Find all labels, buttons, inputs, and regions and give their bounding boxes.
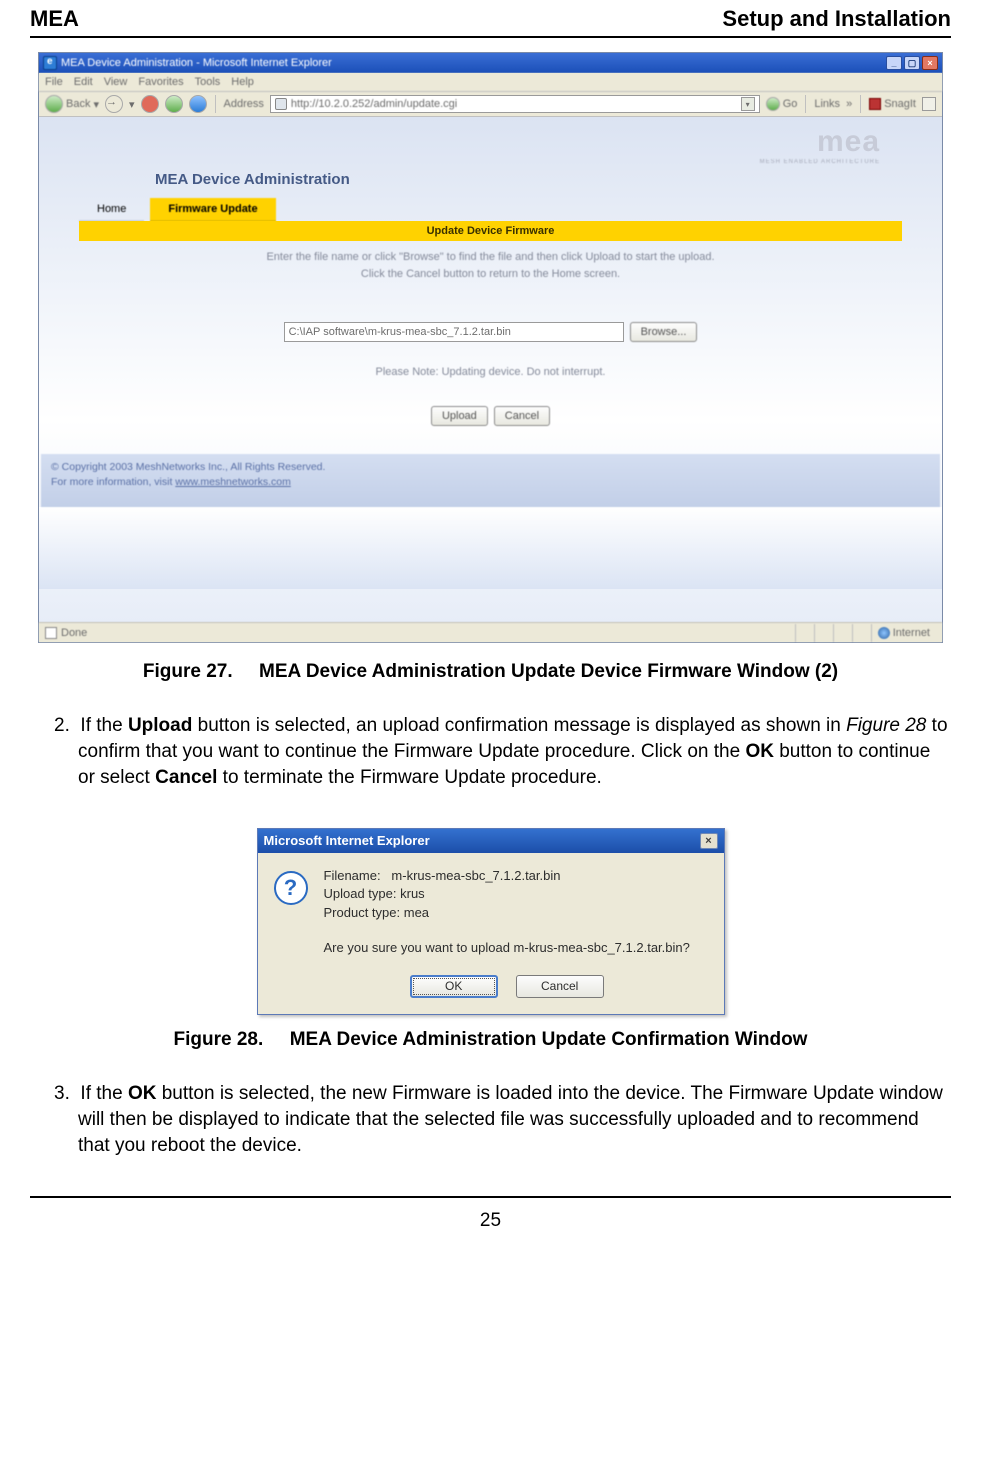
instructions: Enter the file name or click "Browse" to… bbox=[39, 241, 942, 292]
ie-icon bbox=[43, 56, 57, 70]
snagit-icon[interactable] bbox=[869, 98, 881, 110]
status-bar: Done Internet bbox=[39, 622, 942, 642]
question-icon bbox=[274, 871, 308, 905]
address-value: http://10.2.0.252/admin/update.cgi bbox=[291, 98, 457, 110]
snagit-label[interactable]: SnagIt bbox=[884, 98, 916, 110]
dialog-question: Are you sure you want to upload m-krus-m… bbox=[324, 939, 690, 957]
menu-file[interactable]: File bbox=[45, 76, 63, 88]
step-2-text: 2. If the Upload button is selected, an … bbox=[30, 713, 951, 792]
page-content: mea MESH ENABLED ARCHITECTURE MEA Device… bbox=[39, 117, 942, 622]
page-status-icon bbox=[45, 627, 57, 639]
status-text: Done bbox=[61, 627, 87, 639]
figure-27-caption: Figure 27. MEA Device Administration Upd… bbox=[30, 661, 951, 683]
browser-toolbar: Back ▾ → ▾ Address http://10.2.0.252/adm… bbox=[39, 92, 942, 117]
back-label[interactable]: Back bbox=[66, 98, 90, 110]
close-button[interactable]: × bbox=[922, 56, 938, 70]
dialog-title: Microsoft Internet Explorer bbox=[264, 833, 430, 848]
home-icon[interactable] bbox=[189, 95, 207, 113]
menu-help[interactable]: Help bbox=[231, 76, 254, 88]
menu-favorites[interactable]: Favorites bbox=[138, 76, 183, 88]
page-number: 25 bbox=[30, 1210, 951, 1232]
links-label[interactable]: Links bbox=[814, 98, 840, 110]
cancel-button[interactable]: Cancel bbox=[494, 406, 550, 426]
tab-firmware-update[interactable]: Firmware Update bbox=[150, 198, 275, 222]
mea-logo: mea MESH ENABLED ARCHITECTURE bbox=[760, 127, 880, 165]
update-note: Please Note: Updating device. Do not int… bbox=[39, 366, 942, 378]
section-header: Update Device Firmware bbox=[79, 221, 902, 241]
dialog-close-button[interactable]: × bbox=[700, 833, 718, 849]
browse-button[interactable]: Browse... bbox=[630, 322, 698, 342]
page-icon bbox=[275, 98, 287, 110]
internet-zone-icon bbox=[878, 627, 890, 639]
page-footer: © Copyright 2003 MeshNetworks Inc., All … bbox=[41, 454, 940, 507]
maximize-button[interactable]: ▢ bbox=[904, 56, 920, 70]
dialog-ok-button[interactable]: OK bbox=[410, 975, 498, 998]
menu-edit[interactable]: Edit bbox=[74, 76, 93, 88]
page-header: MEA Setup and Installation bbox=[30, 0, 951, 38]
toolbar-extra-icon[interactable] bbox=[922, 97, 936, 111]
panel-title: MEA Device Administration bbox=[39, 165, 942, 198]
header-right: Setup and Installation bbox=[722, 6, 951, 32]
internet-zone-label: Internet bbox=[893, 627, 930, 639]
forward-icon[interactable]: → bbox=[105, 95, 123, 113]
address-bar[interactable]: http://10.2.0.252/admin/update.cgi ▾ bbox=[270, 95, 760, 113]
confirmation-dialog: Microsoft Internet Explorer × Filename: … bbox=[257, 828, 725, 1015]
browser-window: MEA Device Administration - Microsoft In… bbox=[38, 52, 943, 643]
menu-view[interactable]: View bbox=[104, 76, 128, 88]
browser-menubar[interactable]: File Edit View Favorites Tools Help bbox=[39, 73, 942, 92]
page-rule bbox=[30, 1196, 951, 1198]
window-titlebar: MEA Device Administration - Microsoft In… bbox=[39, 53, 942, 73]
address-label: Address bbox=[224, 98, 264, 110]
figure-28-caption: Figure 28. MEA Device Administration Upd… bbox=[30, 1029, 951, 1051]
minimize-button[interactable]: _ bbox=[886, 56, 902, 70]
window-title: MEA Device Administration - Microsoft In… bbox=[61, 57, 332, 69]
address-dropdown-icon[interactable]: ▾ bbox=[741, 97, 755, 111]
step-3-text: 3. If the OK button is selected, the new… bbox=[30, 1081, 951, 1160]
file-path-input[interactable] bbox=[284, 322, 624, 342]
dialog-cancel-button[interactable]: Cancel bbox=[516, 975, 604, 998]
tab-home[interactable]: Home bbox=[79, 198, 144, 222]
header-left: MEA bbox=[30, 6, 79, 32]
footer-link[interactable]: www.meshnetworks.com bbox=[175, 476, 291, 488]
go-icon[interactable] bbox=[766, 97, 780, 111]
upload-button[interactable]: Upload bbox=[431, 406, 488, 426]
menu-tools[interactable]: Tools bbox=[195, 76, 221, 88]
stop-icon[interactable] bbox=[141, 95, 159, 113]
go-label[interactable]: Go bbox=[783, 98, 798, 110]
refresh-icon[interactable] bbox=[165, 95, 183, 113]
back-icon[interactable] bbox=[45, 95, 63, 113]
